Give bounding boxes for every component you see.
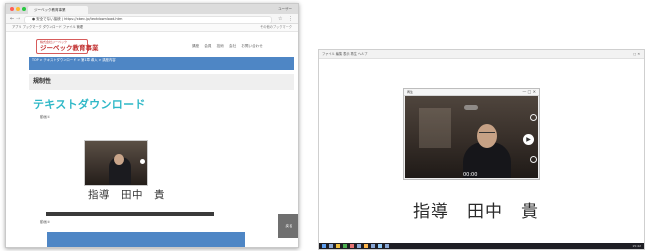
instructor-caption: 指導 田中 貴 xyxy=(413,202,539,222)
fullscreen-icon[interactable] xyxy=(530,156,537,163)
window-user-label: ユーザー xyxy=(278,7,292,11)
video-2-player[interactable] xyxy=(47,232,245,247)
app-icon[interactable] xyxy=(364,244,368,248)
app-icon[interactable] xyxy=(357,244,361,248)
url-text: ● 安全でない接続 | https://xbec.jp/textdownload… xyxy=(32,17,123,21)
player-title-bar xyxy=(404,89,539,96)
taskbar-icons xyxy=(322,243,389,249)
app-icon[interactable] xyxy=(343,244,347,248)
section-bar xyxy=(29,74,294,90)
search-icon[interactable] xyxy=(329,244,333,248)
video-frame[interactable]: ▶ 00:00 xyxy=(405,96,538,178)
play-button[interactable]: ▶ xyxy=(523,134,534,145)
embedded-video-player[interactable] xyxy=(84,140,148,186)
browser-tab-title: ジーベック教育事業 xyxy=(34,8,66,12)
video-person-face xyxy=(114,154,124,165)
window-controls[interactable]: □ ✕ xyxy=(633,51,640,57)
maximize-window-icon[interactable] xyxy=(22,7,26,11)
site-logo-title: ジーベック教育事業 xyxy=(40,44,99,52)
video-player-window[interactable]: 再生 — □ ✕ ▶ 00:00 xyxy=(403,88,540,180)
minimize-window-icon[interactable] xyxy=(16,7,20,11)
video-window-screenshot: ファイル 編集 表示 再生 ヘルプ □ ✕ 再生 — □ ✕ ▶ 00:00 指… xyxy=(318,49,645,250)
taskbar-clock: 15:42 xyxy=(632,244,641,248)
back-arrow-icon[interactable]: ← xyxy=(10,16,14,22)
app-icon[interactable] xyxy=(378,244,382,248)
video-person-face xyxy=(477,124,497,148)
bookmarks-list[interactable]: アプリ ブックマーク ダウンロード ファイル 管理 xyxy=(12,24,83,31)
close-window-icon[interactable] xyxy=(10,7,14,11)
video-room-window xyxy=(419,108,451,148)
play-icon[interactable] xyxy=(140,159,145,164)
site-top-nav[interactable]: 講座 会員 技術 会社 お問い合わせ xyxy=(192,43,263,49)
volume-pill-icon[interactable] xyxy=(464,105,478,110)
menu-dots-icon[interactable]: ⋮ xyxy=(288,16,293,22)
video-1-label: 動画① xyxy=(40,115,51,119)
breadcrumb[interactable]: TOP > テキストダウンロード > 第1章 導入 > 講座内容 xyxy=(32,58,116,63)
video-person-glasses xyxy=(479,132,495,136)
video-2-label: 動画② xyxy=(40,220,51,224)
browser-screenshot: ジーベック教育事業 ユーザー ← → ● 安全でない接続 | https://x… xyxy=(5,3,299,248)
app-icon[interactable] xyxy=(336,244,340,248)
app-icon[interactable] xyxy=(350,244,354,248)
app-icon[interactable] xyxy=(371,244,375,248)
back-button-label: 戻る xyxy=(285,224,293,228)
forward-arrow-icon[interactable]: → xyxy=(16,16,20,22)
other-bookmarks[interactable]: その他のブックマーク xyxy=(260,24,292,31)
video-2-toolbar xyxy=(46,212,214,216)
instructor-caption: 指導 田中 貴 xyxy=(88,189,165,201)
start-icon[interactable] xyxy=(322,244,326,248)
app-icon[interactable] xyxy=(385,244,389,248)
page-title: テキストダウンロード xyxy=(33,98,146,111)
section-title: 規制性 xyxy=(33,78,52,85)
settings-icon[interactable] xyxy=(530,114,537,121)
player-window-controls[interactable]: — □ ✕ xyxy=(522,89,536,95)
star-icon[interactable]: ☆ xyxy=(278,16,282,22)
playback-time: 00:00 xyxy=(463,172,478,178)
player-title: 再生 xyxy=(407,90,414,94)
app-menu-items[interactable]: ファイル 編集 表示 再生 ヘルプ xyxy=(322,51,368,57)
